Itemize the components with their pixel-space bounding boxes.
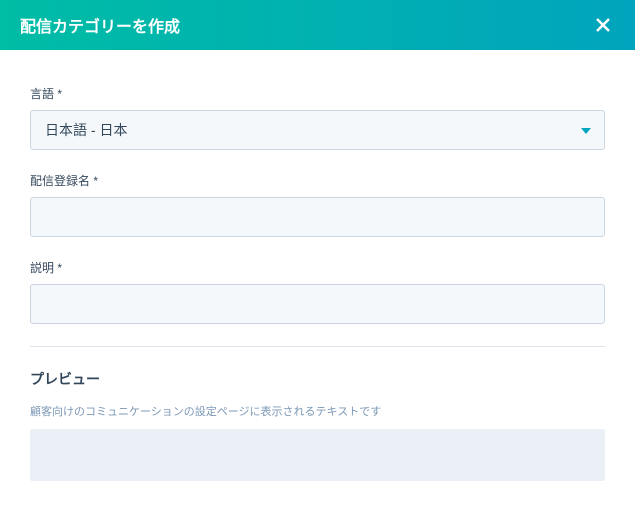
- description-input[interactable]: [30, 284, 605, 324]
- registration-name-input[interactable]: [30, 197, 605, 237]
- modal-body: 言語 * 日本語 - 日本 配信登録名 * 説明 * プレビュー 顧客向けのコミ…: [0, 50, 635, 501]
- language-select-value: 日本語 - 日本: [30, 110, 605, 150]
- divider: [30, 346, 605, 347]
- description-field-group: 説明 *: [30, 259, 605, 324]
- preview-description: 顧客向けのコミュニケーションの設定ページに表示されるテキストです: [30, 403, 605, 419]
- registration-name-label: 配信登録名 *: [30, 172, 605, 189]
- modal-title: 配信カテゴリーを作成: [20, 13, 180, 37]
- language-field-group: 言語 * 日本語 - 日本: [30, 85, 605, 150]
- language-label: 言語 *: [30, 85, 605, 102]
- close-icon: [595, 17, 611, 33]
- close-button[interactable]: [591, 13, 615, 37]
- registration-name-field-group: 配信登録名 *: [30, 172, 605, 237]
- modal-header: 配信カテゴリーを作成: [0, 0, 635, 50]
- language-select[interactable]: 日本語 - 日本: [30, 110, 605, 150]
- modal: 配信カテゴリーを作成 言語 * 日本語 - 日本 配信登録名 * 説明 *: [0, 0, 635, 501]
- preview-box: [30, 429, 605, 481]
- preview-title: プレビュー: [30, 369, 605, 389]
- description-label: 説明 *: [30, 259, 605, 276]
